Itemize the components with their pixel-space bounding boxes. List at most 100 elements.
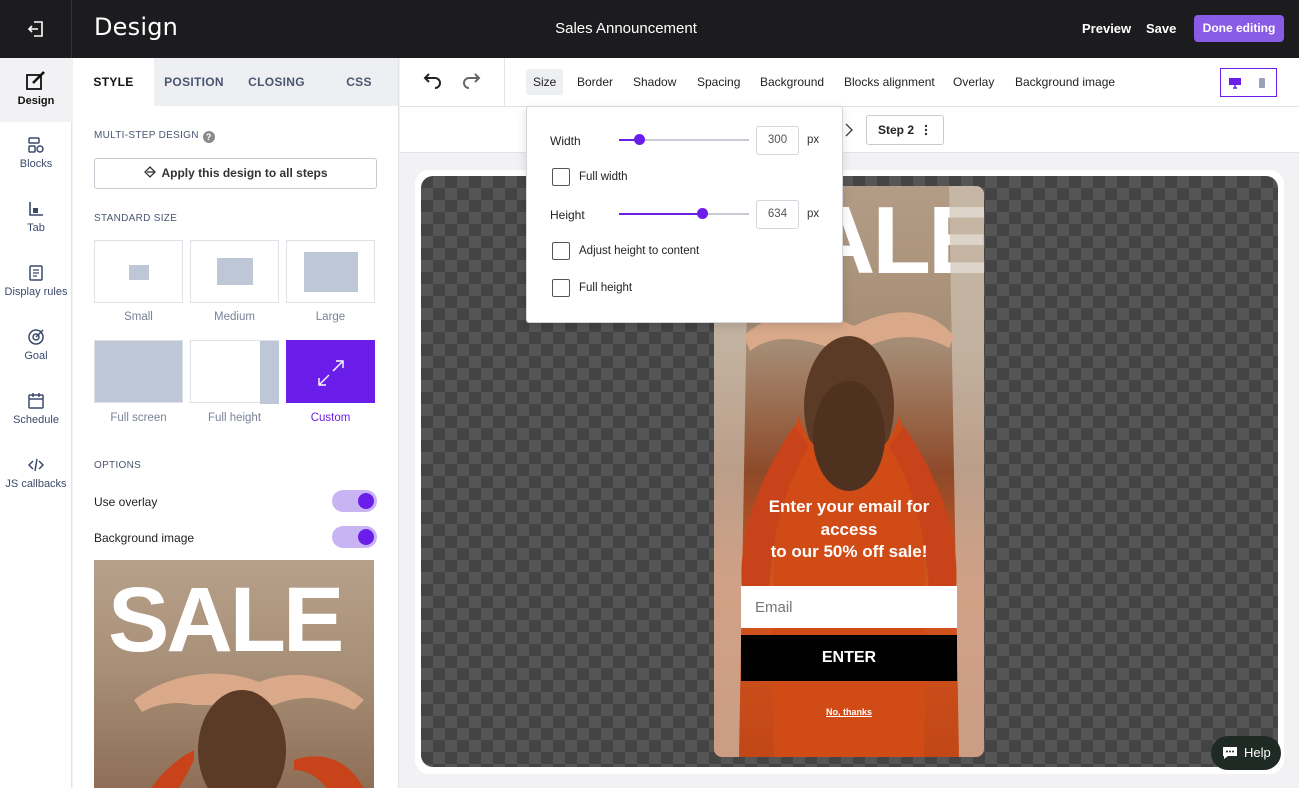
full-width-checkbox[interactable] — [552, 168, 570, 186]
size-custom-label: Custom — [310, 412, 351, 424]
paint-icon — [144, 166, 157, 178]
style-panel: STYLE POSITION CLOSING CSS MULTI-STEP DE… — [73, 58, 399, 788]
top-bar: Design Sales Announcement Preview Save D… — [0, 0, 1299, 58]
toolbar-size[interactable]: Size — [526, 69, 564, 95]
rail-item-label: Blocks — [19, 158, 53, 170]
help-label: Help — [1244, 745, 1271, 760]
adjust-height-label: Adjust height to content — [579, 245, 700, 257]
preview-person-image — [134, 673, 364, 788]
rail-item-label: JS callbacks — [5, 478, 67, 490]
width-input[interactable]: 300 — [756, 126, 799, 155]
width-slider-knob[interactable] — [633, 134, 645, 145]
panel-tabs: STYLE POSITION CLOSING CSS — [73, 58, 398, 106]
height-input[interactable]: 634 — [756, 200, 799, 229]
size-swatch — [304, 252, 358, 292]
height-slider-knob[interactable] — [697, 208, 709, 219]
more-vertical-icon — [924, 124, 928, 136]
size-large-card[interactable] — [286, 240, 375, 303]
help-button[interactable]: Help — [1211, 736, 1281, 770]
step-label: Step 2 — [878, 123, 915, 137]
expand-icon — [318, 360, 344, 386]
toolbar-border[interactable]: Border — [577, 75, 613, 89]
size-full-height-label: Full height — [207, 412, 262, 424]
enter-button[interactable]: ENTER — [741, 635, 957, 681]
toolbar-background-image[interactable]: Background image — [1015, 75, 1115, 89]
left-rail: Design Blocks Tab Display rules Goal Sch… — [0, 58, 72, 788]
rail-item-blocks[interactable]: Blocks — [0, 136, 72, 170]
size-popover: Width 300 px Full width Height 634 px Ad… — [526, 106, 843, 323]
rail-item-tab[interactable]: Tab — [0, 200, 72, 234]
tab-style[interactable]: STYLE — [73, 58, 154, 106]
tab-css[interactable]: CSS — [319, 58, 398, 106]
rail-item-goal[interactable]: Goal — [0, 328, 72, 362]
multi-step-label: MULTI-STEP DESIGN — [94, 130, 199, 141]
help-icon[interactable]: ? — [202, 131, 215, 143]
document-icon — [29, 265, 43, 281]
tab-position[interactable]: POSITION — [154, 58, 234, 106]
rail-item-label: Goal — [24, 350, 48, 362]
email-input[interactable] — [741, 586, 957, 628]
tab-closing[interactable]: CLOSING — [234, 58, 319, 106]
toolbar-blocks-alignment[interactable]: Blocks alignment — [844, 75, 935, 89]
size-medium-label: Medium — [214, 311, 255, 323]
mobile-view-button[interactable] — [1248, 68, 1277, 97]
toolbar-background[interactable]: Background — [760, 75, 824, 89]
undo-icon[interactable] — [421, 70, 443, 92]
size-swatch — [129, 265, 149, 280]
background-image-label: Background image — [94, 531, 195, 545]
apply-design-all-steps-button[interactable]: Apply this design to all steps — [94, 158, 377, 189]
save-button[interactable]: Save — [1146, 21, 1176, 36]
rail-item-display-rules[interactable]: Display rules — [0, 264, 72, 298]
done-editing-button[interactable]: Done editing — [1194, 15, 1284, 42]
width-label: Width — [550, 134, 581, 148]
popup-headline-line2: access — [820, 519, 878, 539]
background-image-toggle[interactable] — [332, 526, 377, 548]
size-small-label: Small — [124, 311, 153, 323]
size-swatch — [260, 341, 279, 404]
rail-item-js-callbacks[interactable]: JS callbacks — [0, 456, 72, 490]
width-unit: px — [807, 134, 820, 146]
adjust-height-checkbox[interactable] — [552, 242, 570, 260]
size-medium-card[interactable] — [190, 240, 279, 303]
use-overlay-label: Use overlay — [94, 495, 158, 509]
document-title[interactable]: Sales Announcement — [0, 20, 1252, 37]
full-height-label: Full height — [579, 282, 633, 294]
preview-button[interactable]: Preview — [1082, 21, 1131, 36]
full-width-label: Full width — [579, 171, 628, 183]
use-overlay-toggle[interactable] — [332, 490, 377, 512]
desktop-view-button[interactable] — [1220, 68, 1249, 97]
width-slider[interactable] — [619, 134, 749, 145]
target-icon — [28, 329, 44, 345]
brush-icon — [26, 71, 45, 90]
size-full-height-card[interactable] — [190, 340, 279, 404]
rail-item-label: Design — [17, 95, 55, 107]
rail-item-label: Display rules — [4, 286, 68, 298]
height-unit: px — [807, 208, 820, 220]
background-image-preview[interactable]: SALE — [94, 560, 374, 788]
size-large-label: Large — [315, 311, 346, 323]
size-small-card[interactable] — [94, 240, 183, 303]
apply-button-label: Apply this design to all steps — [161, 166, 328, 180]
toolbar-spacing[interactable]: Spacing — [697, 75, 740, 89]
code-icon — [27, 458, 45, 472]
no-thanks-link[interactable]: No, thanks — [714, 707, 984, 717]
toolbar-shadow[interactable]: Shadow — [633, 75, 676, 89]
step-selector[interactable]: Step 2 — [866, 115, 944, 145]
height-slider[interactable] — [619, 208, 749, 219]
size-full-screen-card[interactable] — [94, 340, 183, 403]
toolbar-overlay[interactable]: Overlay — [953, 75, 994, 89]
full-height-checkbox[interactable] — [552, 279, 570, 297]
desktop-icon — [1228, 77, 1241, 89]
popup-headline-line3: to our 50% off sale! — [770, 542, 928, 561]
toolbar-divider — [504, 58, 505, 106]
size-full-screen-label: Full screen — [110, 412, 167, 424]
rail-item-schedule[interactable]: Schedule — [0, 392, 72, 426]
calendar-icon — [28, 393, 44, 409]
popup-headline-line1: Enter your email for — [768, 497, 930, 516]
tab-icon — [29, 202, 43, 216]
size-custom-card[interactable] — [286, 340, 375, 403]
rail-item-label: Tab — [27, 222, 45, 234]
rail-item-design[interactable]: Design — [0, 58, 72, 122]
redo-icon[interactable] — [461, 70, 483, 92]
chevron-right-icon[interactable] — [844, 123, 854, 137]
